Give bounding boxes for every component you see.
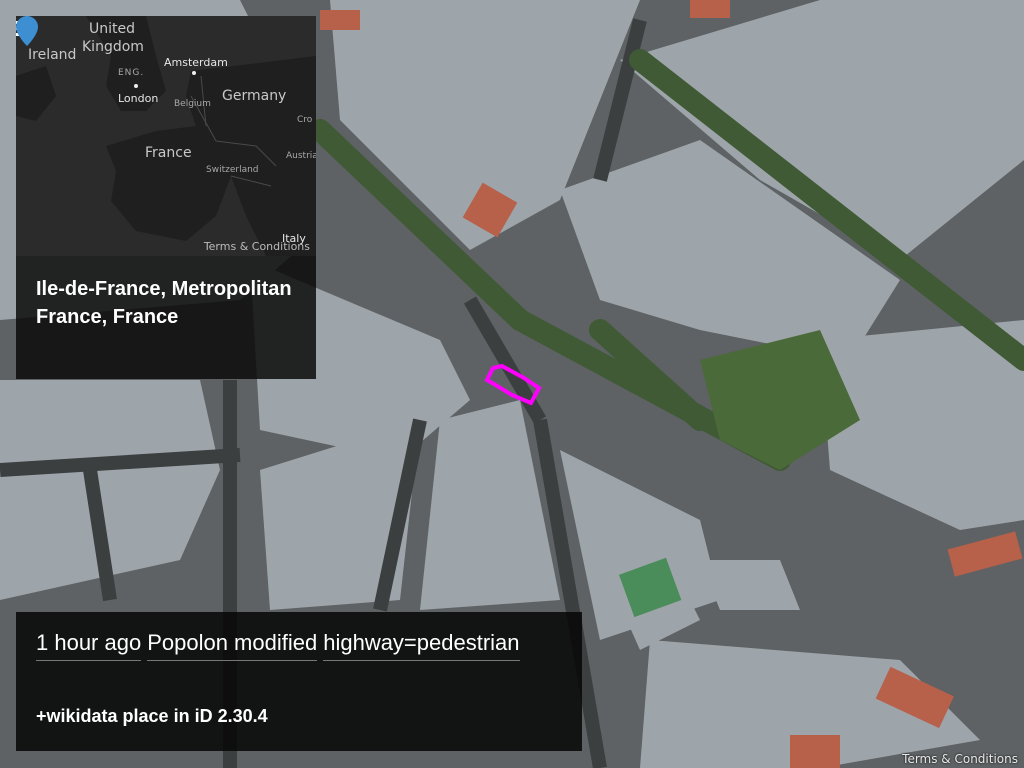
- inset-locator-map[interactable]: Ireland United Kingdom ENG. Amsterdam Lo…: [16, 16, 316, 256]
- location-panel: Ireland United Kingdom ENG. Amsterdam Lo…: [16, 16, 316, 379]
- changeset-comment: +wikidata place in iD 2.30.4: [36, 706, 268, 726]
- event-summary: 1 hour ago Popolon modified highway=pedest…: [36, 630, 526, 661]
- label-london: London: [118, 92, 159, 105]
- event-time-link[interactable]: 1 hour ago: [36, 630, 142, 661]
- label-switzerland: Switzerland: [206, 165, 259, 175]
- location-pin-icon: [16, 16, 38, 46]
- label-france: France: [145, 145, 192, 161]
- label-germany: Germany: [222, 88, 287, 104]
- label-croatia: Cro: [297, 115, 313, 125]
- london-dot: [134, 84, 138, 88]
- amsterdam-dot: [192, 71, 196, 75]
- label-austria: Austria: [286, 151, 316, 161]
- edit-event-panel: 1 hour ago Popolon modified highway=pedest…: [16, 612, 582, 751]
- place-name: Ile-de-France, Metropolitan France, Fran…: [36, 278, 292, 328]
- map-terms-link[interactable]: Terms & Conditions: [902, 752, 1018, 766]
- event-tag-link[interactable]: highway=pedestrian: [323, 630, 520, 661]
- label-ireland: Ireland: [28, 47, 77, 63]
- label-england: ENG.: [118, 68, 145, 78]
- event-user-link[interactable]: Popolon modified: [147, 630, 318, 661]
- label-amsterdam: Amsterdam: [164, 56, 228, 69]
- label-united-kingdom: United Kingdom: [82, 21, 144, 55]
- inset-terms-link[interactable]: Terms & Conditions: [204, 240, 310, 253]
- map-viewport[interactable]: Ireland United Kingdom ENG. Amsterdam Lo…: [0, 0, 1024, 768]
- label-belgium: Belgium: [174, 99, 211, 109]
